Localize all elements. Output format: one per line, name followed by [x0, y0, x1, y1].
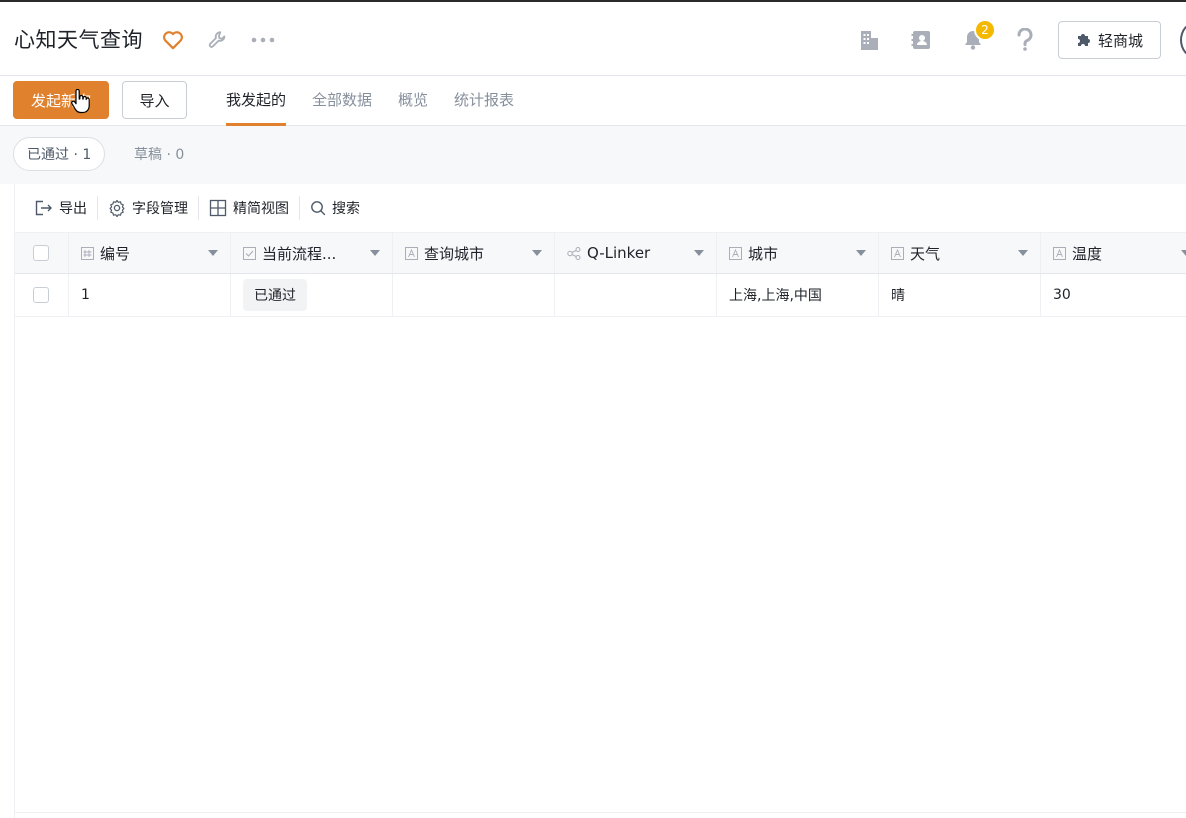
chevron-down-icon[interactable] — [1181, 250, 1186, 256]
search-label: 搜索 — [332, 201, 360, 217]
filter-draft[interactable]: 草稿 · 0 — [134, 137, 184, 171]
column-label: 城市 — [748, 244, 779, 263]
panel-bottom-border — [14, 812, 1186, 813]
select-all-checkbox[interactable] — [33, 245, 49, 261]
field-management-label: 字段管理 — [132, 201, 188, 217]
table-toolbar: 导出 字段管理 精简视图 搜索 — [15, 184, 1186, 232]
status-filters: 已通过 · 1 草稿 · 0 — [0, 126, 1186, 184]
action-bar: 发起新询 导入 我发起的 全部数据 概览 统计报表 — [0, 76, 1186, 126]
cell-weather[interactable]: 晴 — [879, 274, 1041, 316]
column-label: 温度 — [1072, 244, 1103, 263]
compact-view-button[interactable]: 精简视图 — [199, 196, 299, 220]
column-header-weather[interactable]: 天气 — [879, 233, 1041, 273]
compact-view-label: 精简视图 — [233, 201, 289, 217]
cell-status[interactable]: 已通过 — [231, 274, 393, 316]
row-select-cell — [15, 274, 69, 316]
text-field-icon — [1053, 246, 1066, 260]
favorite-heart-icon[interactable] — [160, 27, 186, 53]
view-tabs: 我发起的 全部数据 概览 统计报表 — [226, 76, 514, 126]
number-icon — [81, 246, 94, 260]
contacts-icon[interactable] — [908, 27, 934, 53]
data-table-panel: 导出 字段管理 精简视图 搜索 编号 当前流程... 查询城市 Q-Linker… — [14, 184, 1186, 818]
column-header-temperature[interactable]: 温度 — [1041, 233, 1186, 273]
text-field-icon — [729, 246, 742, 260]
help-icon[interactable] — [1012, 27, 1038, 53]
puzzle-icon — [1076, 32, 1092, 48]
avatar[interactable] — [1180, 22, 1186, 58]
tab-reports[interactable]: 统计报表 — [454, 76, 514, 126]
mall-button[interactable]: 轻商城 — [1058, 21, 1161, 59]
column-header-status[interactable]: 当前流程... — [231, 233, 393, 273]
column-header-city[interactable]: 城市 — [717, 233, 879, 273]
import-button[interactable]: 导入 — [122, 81, 187, 119]
field-management-button[interactable]: 字段管理 — [98, 196, 198, 220]
select-all-cell — [15, 233, 69, 273]
new-request-button[interactable]: 发起新询 — [13, 81, 109, 119]
column-label: 编号 — [100, 244, 131, 263]
hand-cursor-icon — [70, 88, 90, 115]
cell-id[interactable]: 1 — [69, 274, 231, 316]
more-dots-icon[interactable] — [250, 27, 276, 53]
table-row[interactable]: 1 已通过 上海,上海,中国 晴 30 — [15, 274, 1186, 317]
status-badge: 已通过 — [243, 279, 307, 311]
chevron-down-icon[interactable] — [208, 250, 218, 256]
chevron-down-icon[interactable] — [1018, 250, 1028, 256]
wrench-icon[interactable] — [205, 27, 231, 53]
column-header-id[interactable]: 编号 — [69, 233, 231, 273]
column-label: 天气 — [910, 244, 941, 263]
export-button[interactable]: 导出 — [25, 196, 97, 220]
cell-qlinker[interactable] — [555, 274, 717, 316]
gear-icon — [108, 199, 126, 217]
column-header-qlinker[interactable]: Q-Linker — [555, 233, 717, 273]
search-icon — [310, 200, 326, 216]
row-checkbox[interactable] — [33, 287, 49, 303]
chevron-down-icon[interactable] — [370, 250, 380, 256]
cell-temperature[interactable]: 30 — [1041, 274, 1186, 316]
chevron-down-icon[interactable] — [694, 250, 704, 256]
table-header-row: 编号 当前流程... 查询城市 Q-Linker 城市 天气 温度 — [15, 232, 1186, 274]
export-icon — [35, 200, 53, 216]
building-icon[interactable] — [856, 27, 882, 53]
chevron-down-icon[interactable] — [532, 250, 542, 256]
chevron-down-icon[interactable] — [856, 250, 866, 256]
mall-button-label: 轻商城 — [1097, 31, 1143, 50]
export-label: 导出 — [59, 201, 87, 217]
filter-approved[interactable]: 已通过 · 1 — [13, 137, 106, 171]
column-header-query-city[interactable]: 查询城市 — [393, 233, 555, 273]
share-icon — [567, 246, 581, 260]
app-title: 心知天气查询 — [14, 28, 143, 52]
text-field-icon — [405, 246, 418, 260]
tab-my-submissions[interactable]: 我发起的 — [226, 76, 287, 126]
cell-query-city[interactable] — [393, 274, 555, 316]
column-label: Q-Linker — [587, 244, 651, 262]
top-bar: 心知天气查询 2 轻商城 — [0, 0, 1186, 76]
tab-all-data[interactable]: 全部数据 — [312, 76, 372, 126]
grid-view-icon — [209, 199, 227, 217]
notification-badge: 2 — [974, 19, 996, 41]
text-field-icon — [891, 246, 904, 260]
cell-city[interactable]: 上海,上海,中国 — [717, 274, 879, 316]
checkbox-field-icon — [243, 246, 256, 260]
data-grid: 编号 当前流程... 查询城市 Q-Linker 城市 天气 温度 1 已通过 … — [15, 232, 1186, 317]
column-label: 查询城市 — [424, 244, 485, 263]
column-label: 当前流程... — [262, 244, 337, 263]
tab-overview[interactable]: 概览 — [398, 76, 428, 126]
search-button[interactable]: 搜索 — [300, 196, 370, 220]
